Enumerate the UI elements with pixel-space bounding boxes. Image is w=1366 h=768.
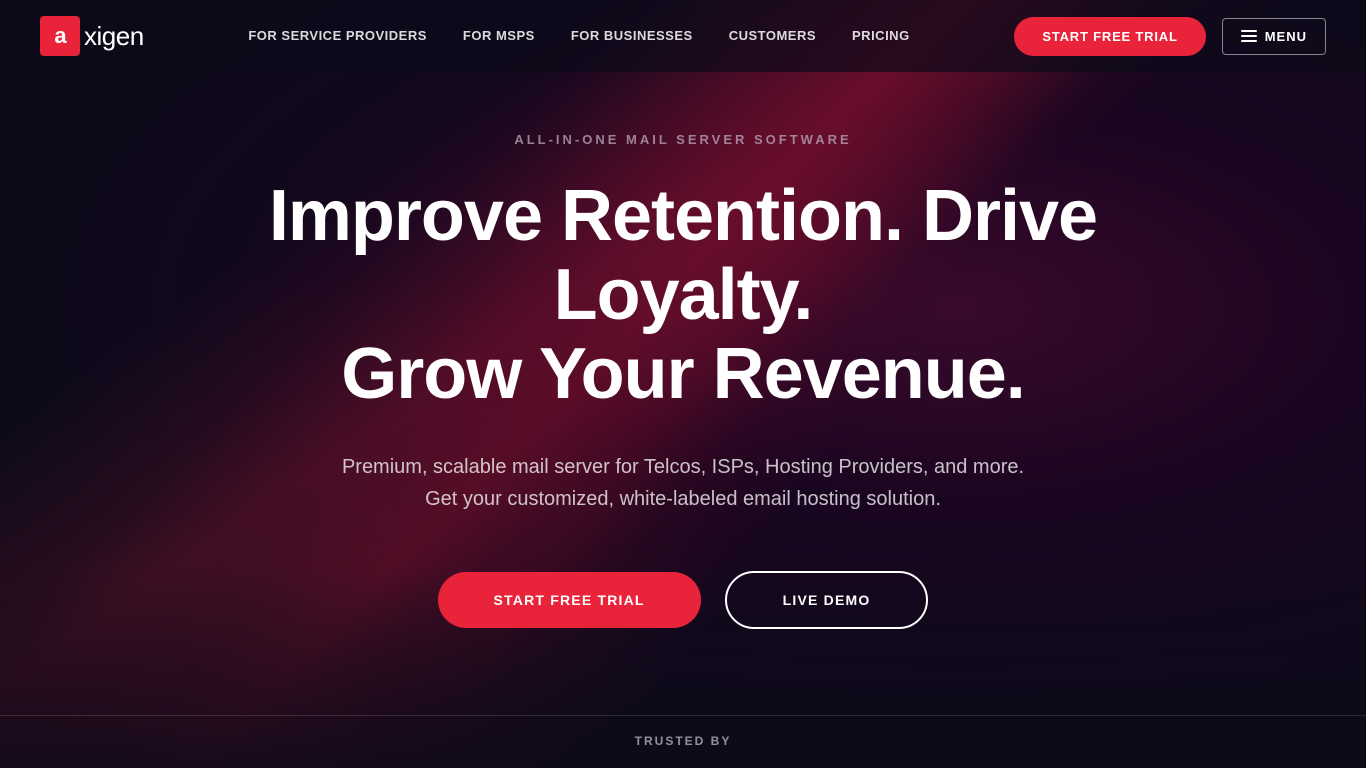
logo[interactable]: a xigen (40, 16, 144, 56)
logo-icon: a (40, 16, 80, 56)
hero-section: ALL-IN-ONE MAIL SERVER SOFTWARE Improve … (0, 72, 1366, 669)
nav-trial-button[interactable]: START FREE TRIAL (1014, 17, 1205, 56)
nav-link-msps[interactable]: FOR MSPs (463, 28, 535, 43)
nav-links: FOR SERVICE PROVIDERS FOR MSPs FOR BUSIN… (248, 27, 909, 45)
nav-link-customers[interactable]: CUSTOMERS (729, 28, 816, 43)
hero-buttons: START FREE TRIAL LIVE DEMO (438, 571, 929, 629)
hero-trial-button[interactable]: START FREE TRIAL (438, 572, 701, 628)
nav-right: START FREE TRIAL MENU (1014, 17, 1326, 56)
logo-text: xigen (84, 21, 144, 52)
nav-menu-button[interactable]: MENU (1222, 18, 1326, 55)
main-nav: a xigen FOR SERVICE PROVIDERS FOR MSPs F… (0, 0, 1366, 72)
hero-subtext: Premium, scalable mail server for Telcos… (342, 451, 1024, 515)
hero-demo-button[interactable]: LIVE DEMO (725, 571, 929, 629)
menu-icon (1241, 30, 1257, 42)
trusted-by-label: TRUSTED BY (0, 734, 1366, 748)
hero-headline: Improve Retention. Drive Loyalty. Grow Y… (233, 177, 1133, 415)
trusted-by-section: TRUSTED BY (0, 734, 1366, 768)
nav-link-service-providers[interactable]: FOR SERVICE PROVIDERS (248, 28, 427, 43)
nav-link-businesses[interactable]: FOR BUSINESSES (571, 28, 693, 43)
hero-eyebrow: ALL-IN-ONE MAIL SERVER SOFTWARE (514, 132, 851, 147)
nav-link-pricing[interactable]: PRICING (852, 28, 910, 43)
trusted-divider (0, 715, 1366, 716)
